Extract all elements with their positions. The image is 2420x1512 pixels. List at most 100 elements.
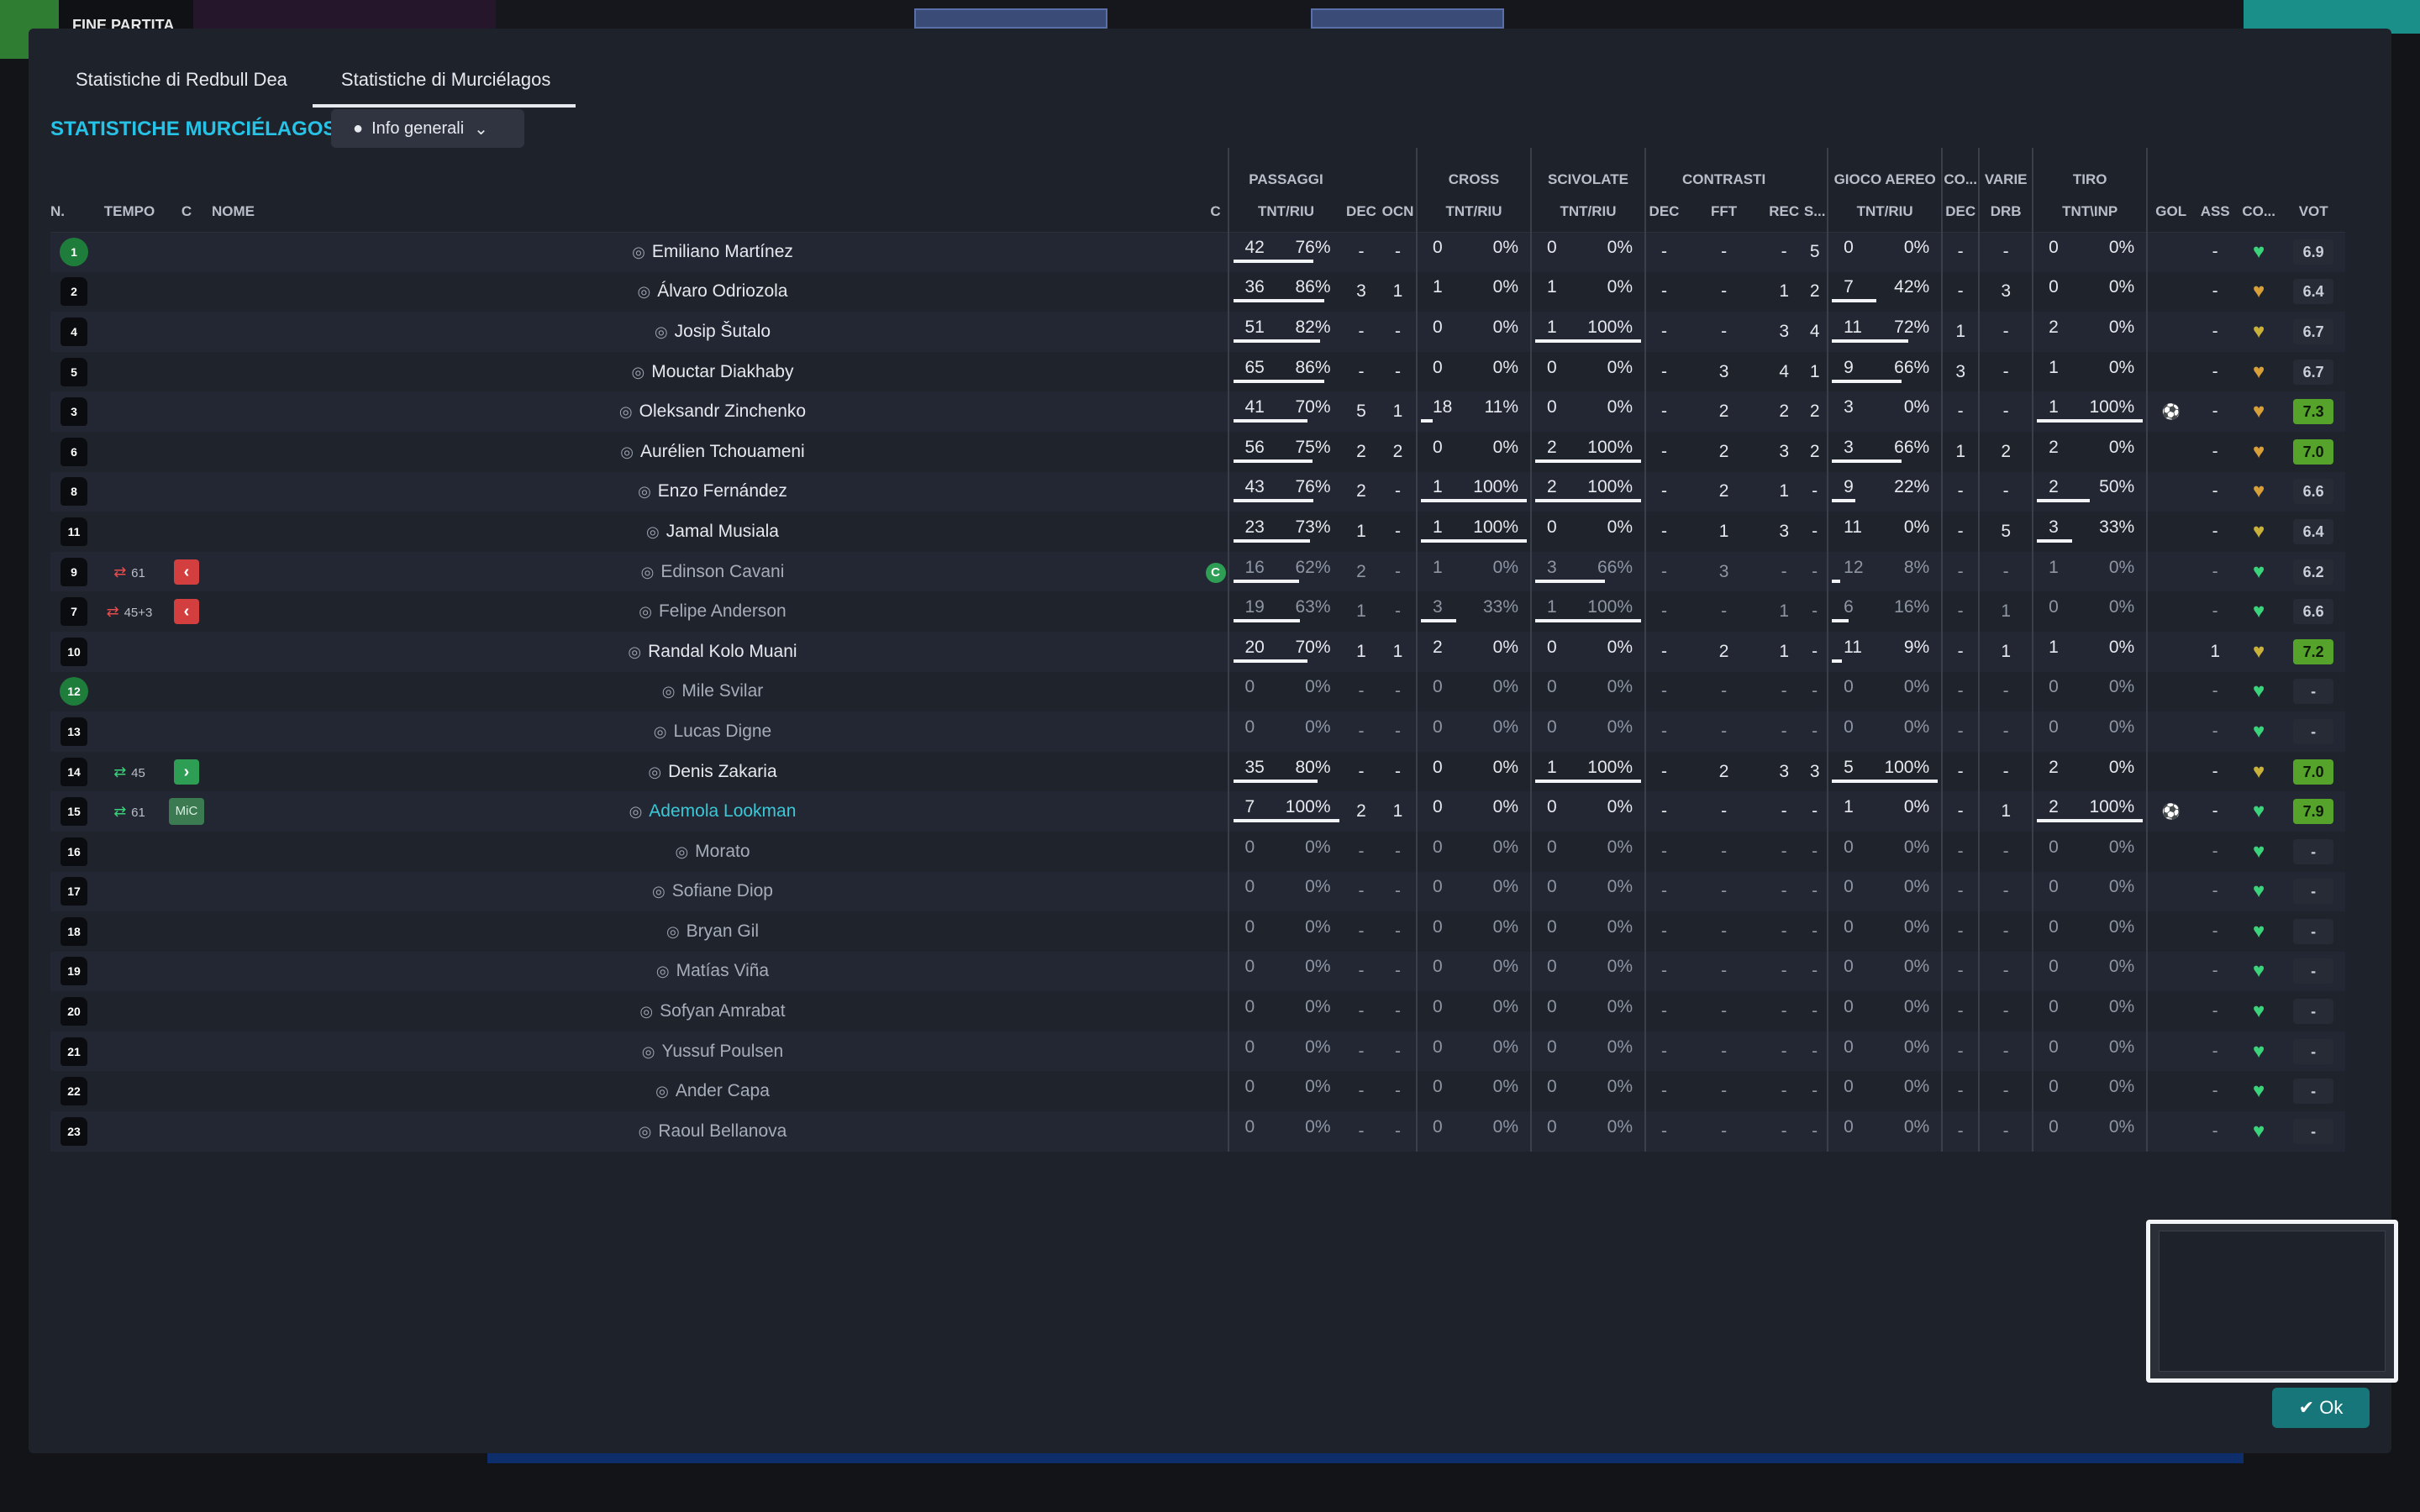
player-name[interactable]: Lucas Digne	[673, 722, 771, 741]
col-aereo-tnt[interactable]: TNT/RIU	[1827, 192, 1943, 233]
cross-bar: 0 0%	[1419, 1034, 1528, 1064]
player-name[interactable]: Ander Capa	[676, 1081, 770, 1100]
tab-redbull-stats[interactable]: Statistiche di Redbull Dea	[47, 59, 313, 108]
table-row[interactable]: 8 ◎ Enzo Fernández 43 76% 2 - 1 100% 2 10…	[50, 471, 2346, 512]
player-name[interactable]: Álvaro Odriozola	[657, 281, 787, 301]
view-dropdown[interactable]: ● Info generali ⌄	[331, 109, 524, 148]
player-name[interactable]: Randal Kolo Muani	[648, 642, 797, 661]
col-number[interactable]: N.	[50, 192, 97, 233]
scivolate-percent: 0%	[1607, 717, 1633, 737]
person-icon: ◎	[629, 803, 643, 821]
player-name[interactable]: Aurélien Tchouameni	[640, 442, 805, 461]
col-contrasti-fft[interactable]: FFT	[1682, 192, 1766, 233]
tab-murcielagos-stats[interactable]: Statistiche di Murciélagos	[312, 59, 576, 108]
cross-bar: 1 0%	[1419, 554, 1528, 585]
col-co-dec[interactable]: DEC	[1941, 192, 1980, 233]
col-contrasti-s[interactable]: S...	[1802, 192, 1828, 233]
tiro-attempts: 1	[2049, 357, 2059, 377]
player-name[interactable]: Oleksandr Zinchenko	[639, 402, 806, 421]
scivolate-percent: 0%	[1607, 997, 1633, 1017]
passaggi-percent: 100%	[1285, 797, 1331, 817]
col-scivolate-tnt[interactable]: TNT/RIU	[1530, 192, 1645, 233]
table-row[interactable]: 1 ◎ Emiliano Martínez 42 76% - - 0 0% 0 0…	[50, 232, 2346, 272]
col-c[interactable]: C	[161, 192, 212, 233]
sub-in-icon: ›	[174, 759, 199, 785]
player-name[interactable]: Morato	[695, 842, 750, 861]
player-name[interactable]: Matías Viña	[676, 961, 770, 980]
col-captain[interactable]: C	[1203, 192, 1228, 233]
col-contrasti-rec[interactable]: REC	[1765, 192, 1803, 233]
table-row[interactable]: 23 ◎ Raoul Bellanova 0 0% - - 0 0% 0 0% -…	[50, 1111, 2346, 1152]
player-name[interactable]: Sofiane Diop	[672, 881, 773, 900]
col-gol[interactable]: GOL	[2146, 192, 2195, 233]
table-row[interactable]: 16 ◎ Morato 0 0% - - 0 0% 0 0% - - - - 0…	[50, 831, 2346, 872]
col-passaggi-ocn[interactable]: OCN	[1380, 192, 1417, 233]
table-row[interactable]: 5 ◎ Mouctar Diakhaby 65 86% - - 0 0% 0 0%…	[50, 351, 2346, 392]
co-dec: -	[1941, 671, 1980, 712]
table-row[interactable]: 2 ◎ Álvaro Odriozola 36 86% 3 1 1 0% 1 0%…	[50, 271, 2346, 312]
col-varie-drb[interactable]: DRB	[1978, 192, 2033, 233]
table-row[interactable]: 6 ◎ Aurélien Tchouameni 56 75% 2 2 0 0% 2…	[50, 431, 2346, 472]
shirt-number: 16	[60, 837, 87, 866]
player-name[interactable]: Ademola Lookman	[649, 801, 796, 821]
col-cross-tnt[interactable]: TNT/RIU	[1416, 192, 1531, 233]
col-contrasti-dec[interactable]: DEC	[1644, 192, 1682, 233]
player-name[interactable]: Mouctar Diakhaby	[651, 362, 793, 381]
col-tiro-tnt[interactable]: TNT\INP	[2032, 192, 2148, 233]
cross-bar: 0 0%	[1419, 1114, 1528, 1144]
cross-percent: 0%	[1492, 957, 1518, 977]
player-name[interactable]: Jamal Musiala	[666, 522, 779, 541]
col-passaggi-dec[interactable]: DEC	[1343, 192, 1380, 233]
player-name[interactable]: Josip Šutalo	[675, 322, 771, 341]
passaggi-attempts: 35	[1244, 757, 1265, 777]
table-row[interactable]: 9 ⇄ 61 ‹ ◎ Edinson Cavani C 16 62% 2 - 1 …	[50, 551, 2346, 592]
table-row[interactable]: 4 ◎ Josip Šutalo 51 82% - - 0 0% 1 100% -…	[50, 312, 2346, 352]
minimap-preview[interactable]	[2146, 1220, 2398, 1383]
player-name[interactable]: Raoul Bellanova	[658, 1121, 786, 1141]
col-tempo[interactable]: TEMPO	[97, 192, 161, 233]
aereo-bar: 0 0%	[1830, 714, 1939, 744]
tiro-attempts: 1	[2049, 397, 2059, 417]
table-row[interactable]: 14 ⇄ 45 › ◎ Denis Zakaria 35 80% - - 0 0%…	[50, 751, 2346, 792]
cross-percent: 0%	[1492, 357, 1518, 377]
player-name[interactable]: Denis Zakaria	[668, 762, 777, 781]
table-row[interactable]: 13 ◎ Lucas Digne 0 0% - - 0 0% 0 0% - - -	[50, 711, 2346, 752]
player-name[interactable]: Bryan Gil	[687, 921, 759, 941]
player-name[interactable]: Enzo Fernández	[658, 481, 787, 501]
table-row[interactable]: 15 ⇄ 61 MiC ◎ Ademola Lookman 7 100% 2 1 …	[50, 791, 2346, 832]
col-condition[interactable]: CO...	[2236, 192, 2282, 233]
player-name[interactable]: Mile Svilar	[681, 681, 763, 701]
cross-bar: 18 11%	[1419, 394, 1528, 424]
table-row[interactable]: 11 ◎ Jamal Musiala 23 73% 1 - 1 100% 0 0%…	[50, 512, 2346, 552]
cross-bar: 1 100%	[1419, 474, 1528, 504]
cross-bar: 0 0%	[1419, 354, 1528, 385]
table-row[interactable]: 20 ◎ Sofyan Amrabat 0 0% - - 0 0% 0 0% - …	[50, 991, 2346, 1032]
table-row[interactable]: 7 ⇄ 45+3 ‹ ◎ Felipe Anderson 19 63% 1 - 3…	[50, 591, 2346, 632]
passaggi-percent: 0%	[1305, 997, 1331, 1017]
col-passaggi-tnt[interactable]: TNT/RIU	[1228, 192, 1343, 233]
player-name[interactable]: Yussuf Poulsen	[661, 1042, 783, 1061]
contrasti-dec: -	[1644, 671, 1682, 712]
player-name[interactable]: Emiliano Martínez	[652, 242, 793, 261]
contrasti-fft: -	[1682, 991, 1766, 1032]
table-row[interactable]: 19 ◎ Matías Viña 0 0% - - 0 0% 0 0% - - -	[50, 951, 2346, 992]
tiro-attempts: 2	[2049, 757, 2059, 777]
passaggi-dec: -	[1343, 671, 1380, 712]
player-name[interactable]: Edinson Cavani	[660, 562, 784, 581]
ok-button[interactable]: ✔ Ok	[2272, 1388, 2370, 1428]
player-name[interactable]: Sofyan Amrabat	[660, 1001, 785, 1021]
table-row[interactable]: 21 ◎ Yussuf Poulsen 0 0% - - 0 0% 0 0% - …	[50, 1031, 2346, 1072]
col-nome[interactable]: NOME	[212, 192, 1203, 233]
col-ass[interactable]: ASS	[2194, 192, 2237, 233]
table-row[interactable]: 22 ◎ Ander Capa 0 0% - - 0 0% 0 0% - - -	[50, 1071, 2346, 1112]
table-row[interactable]: 17 ◎ Sofiane Diop 0 0% - - 0 0% 0 0% - - …	[50, 871, 2346, 912]
passaggi-dec: 2	[1343, 471, 1380, 512]
table-row[interactable]: 3 ◎ Oleksandr Zinchenko 41 70% 5 1 18 11%…	[50, 391, 2346, 432]
table-row[interactable]: 10 ◎ Randal Kolo Muani 20 70% 1 1 2 0% 0 …	[50, 631, 2346, 672]
scivolate-attempts: 0	[1547, 397, 1557, 417]
table-row[interactable]: 12 ◎ Mile Svilar 0 0% - - 0 0% 0 0% - - -	[50, 671, 2346, 712]
col-voto[interactable]: VOT	[2281, 192, 2346, 233]
contrasti-rec: 3	[1765, 751, 1803, 792]
player-name[interactable]: Felipe Anderson	[659, 601, 786, 621]
table-row[interactable]: 18 ◎ Bryan Gil 0 0% - - 0 0% 0 0% - - -	[50, 911, 2346, 952]
